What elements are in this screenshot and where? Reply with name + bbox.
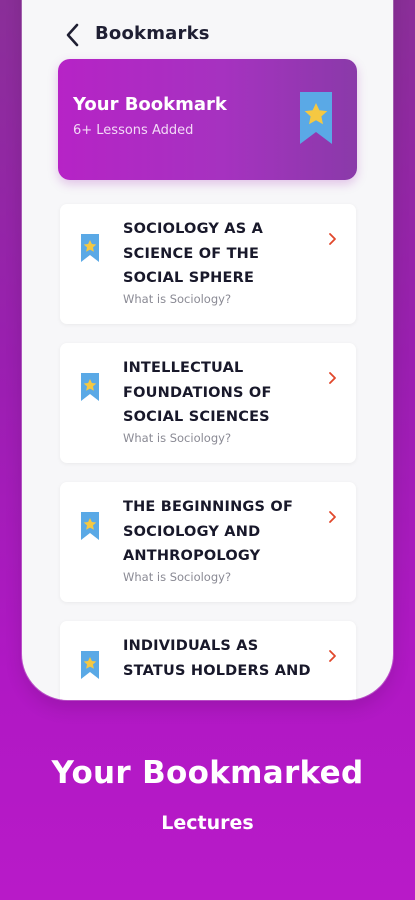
phone-frame: Bookmarks Your Bookmark 6+ Lessons Added… [22,0,393,700]
page-title: Bookmarks [95,23,210,44]
bookmark-list: SOCIOLOGY AS A SCIENCE OF THE SOCIAL SPH… [60,204,356,700]
chevron-right-icon[interactable] [328,232,338,246]
lesson-title: SOCIOLOGY AS A SCIENCE OF THE SOCIAL SPH… [123,221,264,286]
chevron-right-icon[interactable] [328,510,338,524]
lesson-subtitle: What is Sociology? [123,431,232,445]
lesson-subtitle: What is Sociology? [123,292,232,306]
list-item[interactable]: INDIVIDUALS AS STATUS HOLDERS AND [60,621,356,700]
lesson-subtitle: What is Sociology? [123,570,232,584]
bookmark-star-icon [81,512,99,540]
promo-caption-subtitle: Lectures [161,812,254,834]
list-item[interactable]: THE BEGINNINGS OF SOCIOLOGY AND ANTHROPO… [60,482,356,602]
chevron-left-icon[interactable] [62,22,84,48]
bookmark-star-icon [81,234,99,262]
app-header: Bookmarks [22,8,393,64]
list-item[interactable]: INTELLECTUAL FOUNDATIONS OF SOCIAL SCIEN… [60,343,356,463]
bookmark-summary-banner: Your Bookmark 6+ Lessons Added [58,59,357,180]
lesson-title: THE BEGINNINGS OF SOCIOLOGY AND ANTHROPO… [123,499,294,564]
bookmark-star-icon [81,651,99,679]
banner-title: Your Bookmark [73,94,227,115]
lesson-title: INTELLECTUAL FOUNDATIONS OF SOCIAL SCIEN… [123,360,272,425]
chevron-right-icon[interactable] [328,371,338,385]
bookmark-star-icon [300,92,332,144]
lesson-title: INDIVIDUALS AS STATUS HOLDERS AND [123,638,311,679]
banner-subtitle: 6+ Lessons Added [73,123,194,138]
promo-caption-title: Your Bookmarked [51,755,364,791]
bookmark-star-icon [81,373,99,401]
chevron-right-icon[interactable] [328,649,338,663]
list-item[interactable]: SOCIOLOGY AS A SCIENCE OF THE SOCIAL SPH… [60,204,356,324]
